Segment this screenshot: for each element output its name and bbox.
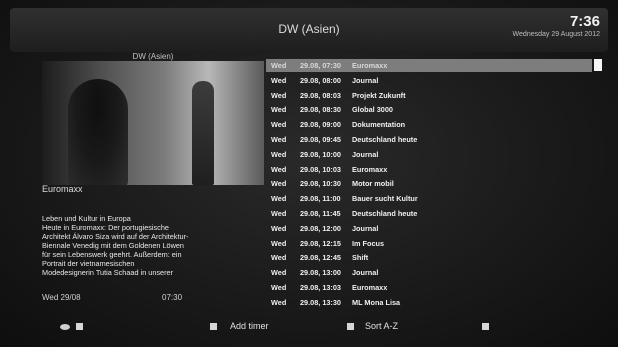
epg-row-day: Wed	[271, 238, 287, 248]
epg-row[interactable]: Wed 29.08, 13:30 ML Mona Lisa	[266, 296, 592, 309]
epg-row[interactable]: Wed 29.08, 08:00 Journal	[266, 74, 592, 87]
epg-row-title: Journal	[352, 149, 379, 159]
epg-row[interactable]: Wed 29.08, 10:03 Euromaxx	[266, 163, 592, 176]
epg-row-day: Wed	[271, 283, 287, 292]
video-preview	[42, 61, 264, 185]
epg-row-datetime: 29.08, 09:45	[300, 135, 341, 144]
epg-row-title: Global 3000	[352, 105, 393, 115]
epg-row-day: Wed	[271, 164, 287, 174]
tv-info-icon	[60, 324, 70, 330]
epg-row[interactable]: Wed 29.08, 10:00 Journal	[266, 148, 592, 161]
epg-row-day: Wed	[271, 253, 287, 263]
sort-az-button[interactable]: Sort A-Z	[365, 321, 398, 331]
epg-row-title: Im Focus	[352, 238, 385, 248]
epg-row-datetime: 29.08, 12:15	[300, 238, 341, 248]
add-timer-button[interactable]: Add timer	[230, 321, 269, 331]
epg-row-datetime: 29.08, 12:00	[300, 223, 341, 233]
epg-row-datetime: 29.08, 13:03	[300, 283, 341, 292]
epg-row[interactable]: Wed 29.08, 11:45 Deutschland heute	[266, 207, 592, 220]
epg-row-day: Wed	[271, 179, 287, 189]
header-bar: DW (Asien) 7:36 Wednesday 29 August 2012	[10, 8, 608, 52]
program-description: Leben und Kultur in Europa Heute in Euro…	[42, 214, 189, 277]
epg-row-day: Wed	[271, 120, 287, 130]
epg-row[interactable]: Wed 29.08, 09:45 Deutschland heute	[266, 133, 592, 146]
epg-row-datetime: 29.08, 13:30	[300, 297, 341, 307]
yellow-key-icon[interactable]	[347, 323, 354, 330]
scrollbar-thumb[interactable]	[594, 59, 602, 71]
preview-figure-silhouette	[192, 81, 214, 185]
epg-row-title: Motor mobil	[352, 179, 394, 189]
epg-row-day: Wed	[271, 105, 287, 115]
epg-row-title: Journal	[352, 223, 379, 233]
epg-row-datetime: 29.08, 08:03	[300, 90, 341, 100]
epg-row-day: Wed	[271, 268, 287, 278]
footer-bar: Add timer Sort A-Z	[10, 314, 608, 340]
epg-row-title: Euromaxx	[352, 61, 388, 70]
program-info-panel: DW (Asien) Euromaxx Leben und Kultur in …	[42, 52, 264, 312]
preview-channel-label: DW (Asien)	[132, 52, 174, 61]
epg-row[interactable]: Wed 29.08, 11:00 Bauer sucht Kultur	[266, 192, 592, 205]
epg-row[interactable]: Wed 29.08, 08:03 Projekt Zukunft	[266, 89, 592, 102]
epg-row[interactable]: Wed 29.08, 07:30 Euromaxx	[266, 59, 592, 72]
epg-row-title: Euromaxx	[352, 283, 388, 292]
epg-row-day: Wed	[271, 61, 287, 70]
epg-row[interactable]: Wed 29.08, 09:00 Dokumentation	[266, 118, 592, 131]
epg-row-title: Bauer sucht Kultur	[352, 194, 418, 204]
epg-row-title: Deutschland heute	[352, 209, 418, 218]
epg-row-day: Wed	[271, 194, 287, 204]
epg-row-title: Journal	[352, 75, 379, 85]
epg-row-title: ML Mona Lisa	[352, 297, 401, 307]
epg-row-day: Wed	[271, 90, 287, 100]
epg-row-datetime: 29.08, 10:00	[300, 149, 341, 159]
epg-row-title: Projekt Zukunft	[352, 90, 406, 100]
blue-key-icon[interactable]	[482, 323, 489, 330]
green-key-icon[interactable]	[210, 323, 217, 330]
red-key-icon[interactable]	[76, 323, 83, 330]
epg-row[interactable]: Wed 29.08, 13:03 Euromaxx	[266, 281, 592, 294]
epg-row-datetime: 29.08, 12:45	[300, 253, 341, 263]
epg-row-title: Shift	[352, 253, 369, 263]
program-day-date: Wed 29/08	[42, 293, 81, 302]
epg-row-datetime: 29.08, 10:03	[300, 164, 341, 174]
epg-row-title: Dokumentation	[352, 120, 406, 130]
epg-row-day: Wed	[271, 223, 287, 233]
epg-row-datetime: 29.08, 08:30	[300, 105, 341, 115]
epg-row-day: Wed	[271, 209, 287, 218]
epg-row-datetime: 29.08, 10:30	[300, 179, 341, 189]
epg-row[interactable]: Wed 29.08, 08:30 Global 3000	[266, 103, 592, 116]
program-title: Euromaxx	[42, 184, 83, 194]
clock-date: Wednesday 29 August 2012	[512, 31, 600, 38]
clock-time: 7:36	[569, 13, 600, 30]
epg-row-day: Wed	[271, 297, 287, 307]
epg-row[interactable]: Wed 29.08, 12:15 Im Focus	[266, 237, 592, 250]
epg-row-day: Wed	[271, 135, 287, 144]
epg-row-datetime: 29.08, 07:30	[300, 61, 341, 70]
epg-row-datetime: 29.08, 11:00	[300, 194, 341, 204]
epg-screen: DW (Asien) 7:36 Wednesday 29 August 2012…	[0, 0, 618, 347]
epg-row-day: Wed	[271, 149, 287, 159]
epg-row-datetime: 29.08, 08:00	[300, 75, 341, 85]
epg-row[interactable]: Wed 29.08, 12:00 Journal	[266, 222, 592, 235]
preview-person-silhouette	[68, 79, 128, 185]
epg-scrollbar[interactable]	[594, 59, 602, 311]
epg-row-title: Deutschland heute	[352, 135, 418, 144]
epg-list: Wed 29.08, 07:30 Euromaxx Wed 29.08, 08:00 Jo…	[266, 59, 594, 311]
clock: 7:36 Wednesday 29 August 2012	[513, 14, 600, 38]
epg-row-datetime: 29.08, 11:45	[300, 209, 341, 218]
epg-row-datetime: 29.08, 13:00	[300, 268, 341, 278]
epg-row-title: Euromaxx	[352, 164, 388, 174]
epg-row-day: Wed	[271, 75, 287, 85]
epg-row[interactable]: Wed 29.08, 10:30 Motor mobil	[266, 177, 592, 190]
epg-row[interactable]: Wed 29.08, 12:45 Shift	[266, 251, 592, 264]
epg-row-datetime: 29.08, 09:00	[300, 120, 341, 130]
epg-row[interactable]: Wed 29.08, 13:00 Journal	[266, 266, 592, 279]
program-time: 07:30	[162, 293, 183, 302]
program-schedule: Wed 29/08 07:30	[42, 293, 264, 302]
epg-row-title: Journal	[352, 268, 379, 278]
